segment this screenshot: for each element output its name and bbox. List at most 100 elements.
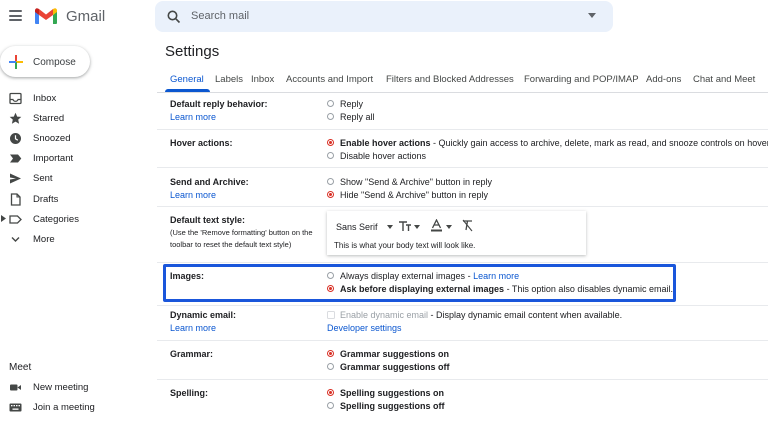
text-style-label: Default text style:: [170, 215, 246, 225]
grammar-off-radio[interactable]: [327, 363, 334, 370]
ask-before-images-description: - This option also disables dynamic emai…: [504, 284, 673, 294]
font-family-select[interactable]: Sans Serif: [336, 222, 378, 232]
reply-all-radio[interactable]: [327, 113, 334, 120]
images-highlight-box: [163, 264, 676, 302]
video-icon: [10, 384, 21, 391]
page-title: Settings: [165, 43, 220, 60]
enable-hover-text: Enable hover actions: [340, 138, 431, 148]
tab-inbox[interactable]: Inbox: [251, 74, 274, 85]
meet-heading: Meet: [9, 362, 32, 373]
sidebar-item-label: Sent: [33, 173, 53, 184]
enable-hover-radio[interactable]: [327, 139, 334, 146]
separator-text: -: [465, 271, 474, 281]
font-dropdown-icon[interactable]: [387, 225, 393, 229]
sidebar-item-inbox[interactable]: [0, 89, 150, 107]
developer-settings-link[interactable]: Developer settings: [327, 323, 402, 333]
sidebar-item-drafts[interactable]: [0, 190, 150, 208]
sidebar-item-label: Categories: [33, 214, 79, 225]
images-learn-more-link[interactable]: Learn more: [473, 271, 519, 281]
dynamic-learn-more-link[interactable]: Learn more: [170, 323, 216, 333]
row-divider: [157, 340, 768, 341]
new-meeting-label: New meeting: [33, 382, 89, 393]
tab-accounts-import[interactable]: Accounts and Import: [286, 74, 373, 85]
reply-radio[interactable]: [327, 100, 334, 107]
gmail-logo: [35, 8, 57, 24]
tab-filters-blocked[interactable]: Filters and Blocked Addresses: [386, 74, 514, 85]
disable-hover-radio[interactable]: [327, 152, 334, 159]
send-icon: [10, 173, 21, 184]
inbox-icon: [9, 92, 22, 105]
sidebar-item-label: Snoozed: [33, 133, 71, 144]
row-divider: [157, 305, 768, 306]
disable-hover-option: Disable hover actions: [340, 151, 427, 161]
spelling-label: Spelling:: [170, 388, 208, 398]
plus-icon: [9, 55, 23, 69]
ask-before-images-text: Ask before displaying external images: [340, 284, 505, 294]
text-style-note-1: (Use the 'Remove formatting' button on t…: [170, 228, 313, 237]
expand-arrow-icon[interactable]: [1, 215, 6, 222]
grammar-on-option: Grammar suggestions on: [340, 349, 450, 359]
brand-name: Gmail: [66, 8, 106, 25]
reply-behavior-label: Default reply behavior:: [170, 99, 268, 109]
sidebar-item-label: Drafts: [33, 194, 59, 205]
images-label: Images:: [170, 271, 205, 281]
remove-formatting-icon[interactable]: [461, 219, 474, 232]
chevron-down-icon: [11, 237, 20, 242]
row-divider: [157, 129, 768, 130]
tab-labels[interactable]: Labels: [215, 74, 243, 85]
sidebar-item-label: Starred: [33, 113, 65, 124]
tab-add-ons[interactable]: Add-ons: [646, 74, 681, 85]
text-color-dropdown-icon[interactable]: [446, 225, 452, 229]
compose-label: Compose: [33, 57, 76, 68]
show-send-archive-radio[interactable]: [327, 178, 334, 185]
sidebar-item-starred[interactable]: [0, 109, 150, 127]
row-divider: [157, 262, 768, 263]
enable-dynamic-checkbox[interactable]: [327, 311, 335, 319]
enable-dynamic-text: Enable dynamic email: [340, 310, 429, 320]
enable-hover-option: Enable hover actions - Quickly gain acce…: [340, 138, 768, 148]
reply-all-option: Reply all: [340, 112, 375, 122]
font-size-dropdown-icon[interactable]: [414, 225, 420, 229]
row-divider: [157, 206, 768, 207]
spelling-on-option: Spelling suggestions on: [340, 388, 445, 398]
clock-icon: [10, 133, 21, 144]
sidebar-item-label: More: [33, 234, 55, 245]
reply-option: Reply: [340, 99, 364, 109]
font-size-icon[interactable]: [398, 220, 412, 232]
search-input[interactable]: Search mail: [191, 10, 249, 22]
tab-general[interactable]: General: [170, 74, 204, 85]
tab-chat-meet[interactable]: Chat and Meet: [693, 74, 755, 85]
draft-icon: [10, 193, 21, 206]
text-style-preview: This is what your body text will look li…: [334, 241, 476, 250]
always-display-images-option: Always display external images - Learn m…: [340, 271, 519, 281]
reply-learn-more-link[interactable]: Learn more: [170, 112, 216, 122]
spelling-off-radio[interactable]: [327, 402, 334, 409]
sidebar-item-snoozed[interactable]: [0, 129, 150, 147]
main-menu-button[interactable]: [9, 10, 22, 21]
ask-before-images-radio[interactable]: [327, 285, 334, 292]
sidebar-item-label: Important: [33, 153, 74, 164]
grammar-on-radio[interactable]: [327, 350, 334, 357]
text-style-note-2: toolbar to reset the default text style): [170, 240, 292, 249]
enable-dynamic-option: Enable dynamic email - Display dynamic e…: [340, 310, 622, 320]
always-display-images-radio[interactable]: [327, 272, 334, 279]
send-archive-label: Send and Archive:: [170, 177, 249, 187]
spelling-off-option: Spelling suggestions off: [340, 401, 445, 411]
search-icon[interactable]: [167, 10, 181, 24]
sidebar-item-sent[interactable]: [0, 169, 150, 187]
sidebar-item-important[interactable]: [0, 149, 150, 167]
sidebar-item-more[interactable]: [0, 230, 150, 248]
search-options-icon[interactable]: [588, 13, 596, 18]
sidebar-item-label: Inbox: [33, 93, 57, 104]
enable-hover-description: - Quickly gain access to archive, delete…: [430, 138, 768, 148]
tab-forwarding-pop-imap[interactable]: Forwarding and POP/IMAP: [524, 74, 639, 85]
hide-send-archive-radio[interactable]: [327, 191, 334, 198]
text-color-icon[interactable]: [430, 219, 443, 232]
star-icon: [9, 112, 22, 124]
always-display-images-text: Always display external images: [340, 271, 466, 281]
dynamic-email-label: Dynamic email:: [170, 310, 237, 320]
row-divider: [157, 167, 768, 168]
grammar-off-option: Grammar suggestions off: [340, 362, 450, 372]
send-archive-learn-more-link[interactable]: Learn more: [170, 190, 216, 200]
spelling-on-radio[interactable]: [327, 389, 334, 396]
